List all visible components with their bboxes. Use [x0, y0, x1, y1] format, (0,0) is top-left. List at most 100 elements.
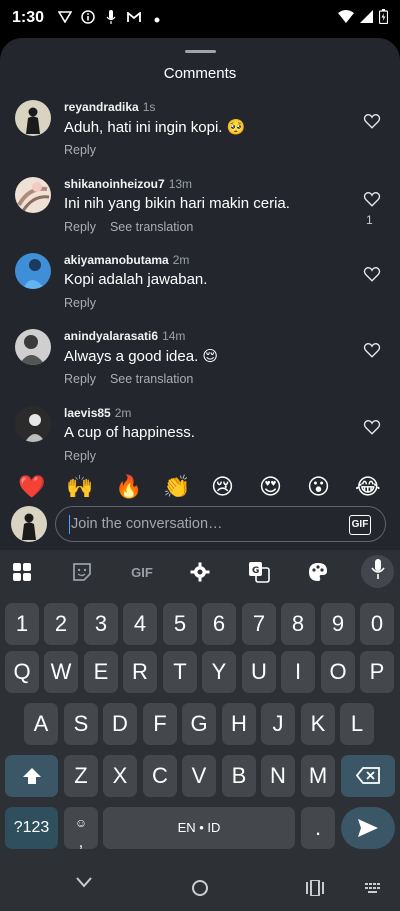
svg-text:G: G [252, 566, 259, 576]
key-b[interactable]: B [222, 755, 256, 797]
key-t[interactable]: T [163, 651, 197, 693]
reply-button[interactable]: Reply [64, 372, 96, 386]
key-9[interactable]: 9 [321, 603, 355, 645]
emoji-button[interactable]: 😮 [307, 474, 330, 500]
voice-input-button[interactable] [361, 555, 394, 588]
emoji-button[interactable]: 🔥 [115, 474, 142, 500]
sticker-icon[interactable] [68, 558, 96, 586]
avatar[interactable] [15, 329, 51, 365]
emoji-button[interactable]: 🙌 [66, 474, 93, 500]
symbols-key[interactable]: ?123 [5, 807, 58, 849]
key-k[interactable]: K [301, 703, 335, 745]
comment-input[interactable]: Join the conversation… GIF [55, 506, 386, 542]
like-heart-icon[interactable] [363, 341, 381, 359]
key-u[interactable]: U [242, 651, 276, 693]
comment-text: A cup of happiness. [64, 424, 195, 441]
key-c[interactable]: C [143, 755, 177, 797]
space-key[interactable]: EN • ID [103, 807, 295, 849]
key-2[interactable]: 2 [44, 603, 78, 645]
key-4[interactable]: 4 [123, 603, 157, 645]
period-key[interactable]: . [301, 807, 335, 849]
gif-button[interactable]: GIF [349, 515, 371, 535]
backspace-key[interactable] [341, 755, 395, 797]
settings-icon[interactable] [186, 558, 214, 586]
avatar[interactable] [15, 253, 51, 289]
avatar[interactable] [15, 406, 51, 442]
wifi-icon [338, 10, 354, 28]
comment-text: Ini nih yang bikin hari makin ceria. [64, 195, 290, 212]
comma-label: , [78, 834, 84, 851]
key-j[interactable]: J [261, 703, 295, 745]
key-n[interactable]: N [261, 755, 295, 797]
key-x[interactable]: X [103, 755, 137, 797]
key-0[interactable]: 0 [360, 603, 394, 645]
like-heart-icon[interactable] [363, 190, 381, 208]
comment-username[interactable]: anindyalarasati6 14m [64, 329, 185, 343]
key-q[interactable]: Q [5, 651, 39, 693]
reply-button[interactable]: Reply [64, 143, 96, 157]
key-p[interactable]: P [360, 651, 394, 693]
key-f[interactable]: F [143, 703, 177, 745]
comment-username[interactable]: shikanoinheizou7 13m [64, 177, 192, 191]
key-7[interactable]: 7 [242, 603, 276, 645]
key-d[interactable]: D [103, 703, 137, 745]
see-translation-link[interactable]: See translation [110, 220, 193, 234]
emoji-reaction-bar: ❤️ 🙌 🔥 👏 😢 😍 😮 😂 [0, 470, 400, 502]
key-v[interactable]: V [182, 755, 216, 797]
key-5[interactable]: 5 [163, 603, 197, 645]
vpn-icon [57, 11, 73, 26]
comma-key[interactable]: ☺ , [64, 807, 98, 851]
back-icon[interactable] [76, 875, 92, 893]
avatar[interactable] [15, 100, 51, 136]
key-w[interactable]: W [44, 651, 78, 693]
sheet-drag-handle[interactable] [185, 50, 216, 53]
palette-icon[interactable] [304, 558, 332, 586]
translate-icon[interactable]: G [245, 558, 273, 586]
mic-icon [370, 559, 385, 584]
see-translation-link[interactable]: See translation [110, 372, 193, 386]
like-heart-icon[interactable] [363, 265, 381, 283]
avatar[interactable] [15, 177, 51, 213]
key-6[interactable]: 6 [202, 603, 236, 645]
emoji-button[interactable]: 😂 [355, 474, 381, 500]
comment-text: Always a good idea. 😌 [64, 348, 219, 365]
gif-icon[interactable]: GIF [127, 558, 157, 586]
reply-button[interactable]: Reply [64, 220, 96, 234]
comment-username[interactable]: laevis85 2m [64, 406, 131, 420]
key-y[interactable]: Y [202, 651, 236, 693]
apps-icon[interactable] [8, 558, 36, 586]
key-8[interactable]: 8 [281, 603, 315, 645]
key-3[interactable]: 3 [84, 603, 118, 645]
emoji-button[interactable]: ❤️ [18, 474, 45, 500]
key-i[interactable]: I [281, 651, 315, 693]
key-o[interactable]: O [321, 651, 355, 693]
like-heart-icon[interactable] [363, 418, 381, 436]
reply-button[interactable]: Reply [64, 296, 96, 310]
shift-key[interactable] [5, 755, 58, 797]
reply-button[interactable]: Reply [64, 449, 96, 463]
key-h[interactable]: H [222, 703, 256, 745]
comment-composer: Join the conversation… GIF [0, 506, 400, 546]
home-icon[interactable] [191, 879, 209, 902]
key-r[interactable]: R [123, 651, 157, 693]
send-key[interactable] [341, 807, 395, 849]
key-1[interactable]: 1 [5, 603, 39, 645]
like-heart-icon[interactable] [363, 112, 381, 130]
key-a[interactable]: A [24, 703, 58, 745]
key-m[interactable]: M [301, 755, 335, 797]
key-g[interactable]: G [182, 703, 216, 745]
recents-icon[interactable] [306, 879, 324, 901]
key-e[interactable]: E [84, 651, 118, 693]
keyboard-switch-icon[interactable] [365, 882, 381, 900]
key-l[interactable]: L [340, 703, 374, 745]
comment-username[interactable]: reyandradika 1s [64, 100, 155, 114]
key-s[interactable]: S [64, 703, 98, 745]
key-z[interactable]: Z [64, 755, 98, 797]
status-bar: 1:30 [0, 0, 400, 38]
dot-icon [150, 12, 164, 26]
emoji-button[interactable]: 😢 [211, 474, 234, 500]
emoji-button[interactable]: 👏 [163, 474, 190, 500]
gmail-icon [127, 10, 141, 26]
emoji-button[interactable]: 😍 [259, 474, 282, 500]
comment-username[interactable]: akiyamanobutama 2m [64, 253, 189, 267]
